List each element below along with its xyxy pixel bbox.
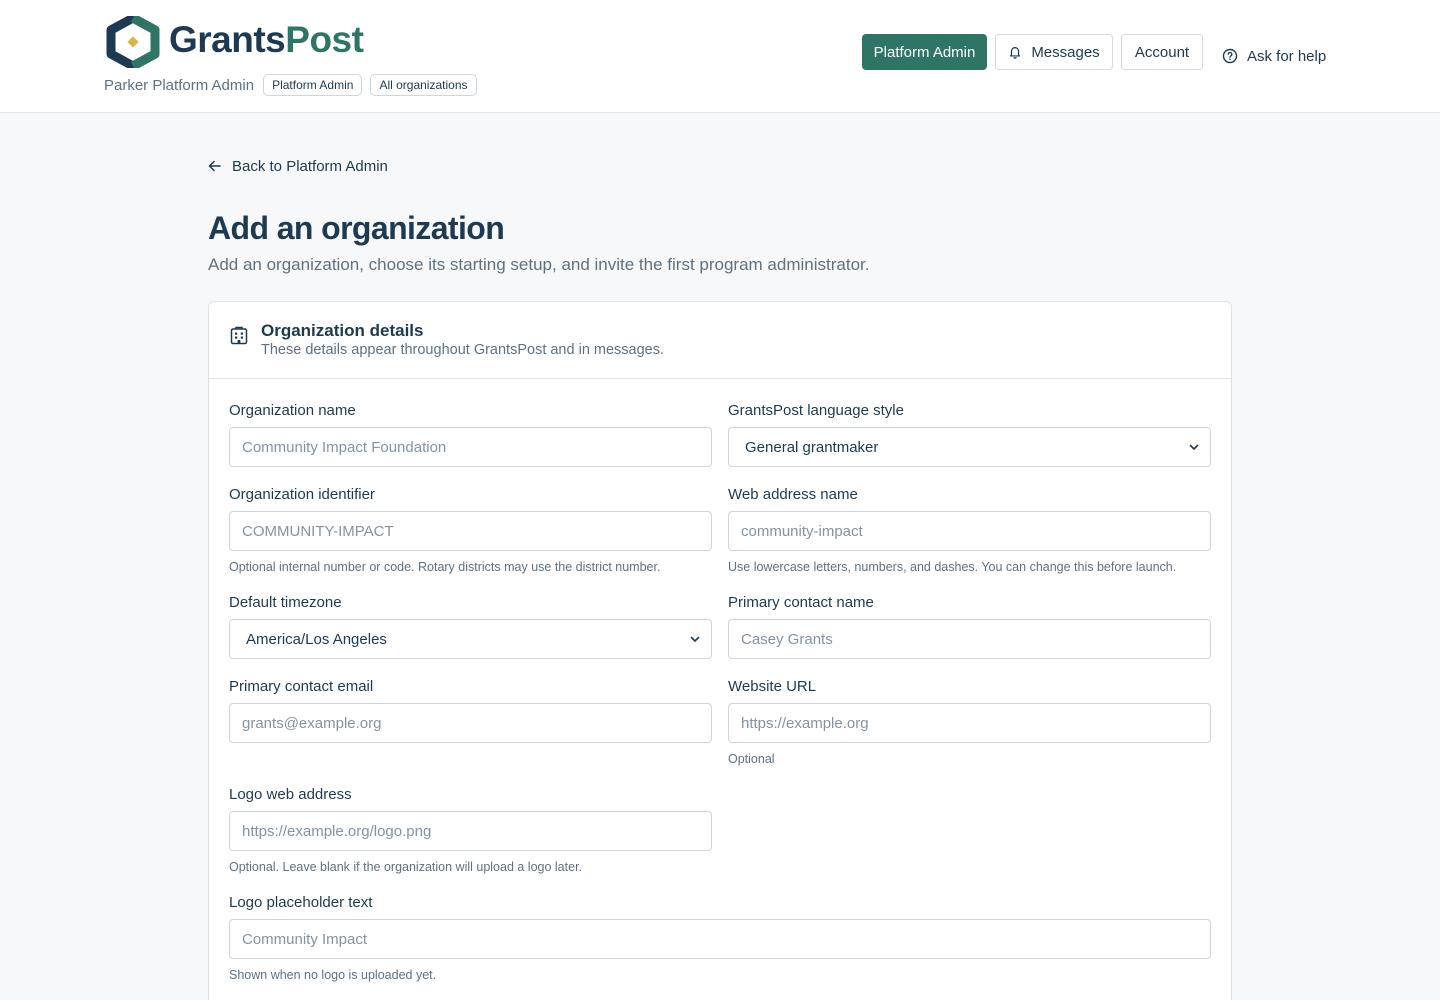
timezone-select[interactable]: America/Los Angeles	[229, 619, 712, 659]
user-context: Parker Platform Admin Platform Admin All…	[104, 74, 477, 96]
website-url-hint: Optional	[728, 752, 775, 766]
timezone-label: Default timezone	[229, 594, 342, 611]
contact-name-input[interactable]	[728, 619, 1211, 659]
logo-text-label: Logo placeholder text	[229, 894, 373, 911]
page-title: Add an organization	[208, 210, 505, 246]
website-url-label: Website URL	[728, 678, 817, 695]
language-style-select[interactable]: General grantmaker	[728, 427, 1211, 467]
org-name-label: Organization name	[229, 402, 356, 419]
website-url-input[interactable]	[728, 703, 1211, 743]
chevron-down-icon	[690, 636, 700, 642]
org-name-input[interactable]	[229, 427, 712, 467]
brand-wordmark[interactable]: GrantsPost	[169, 17, 364, 63]
contact-name-label: Primary contact name	[728, 594, 874, 611]
logo-url-hint: Optional. Leave blank if the organizatio…	[229, 860, 583, 874]
logo-url-input[interactable]	[229, 811, 712, 851]
language-style-label: GrantsPost language style	[728, 402, 904, 419]
ask-for-help-link[interactable]: Ask for help	[1222, 46, 1326, 66]
logo-url-label: Logo web address	[229, 786, 352, 803]
role-badge: Platform Admin	[263, 74, 363, 96]
bell-icon	[1010, 47, 1021, 59]
web-address-name-hint: Use lowercase letters, numbers, and dash…	[728, 560, 1177, 574]
org-identifier-label: Organization identifier	[229, 486, 375, 503]
logo-text-hint: Shown when no logo is uploaded yet.	[229, 968, 437, 982]
help-circle-icon	[1222, 48, 1238, 64]
back-to-platform-admin-link[interactable]: Back to Platform Admin	[208, 155, 388, 177]
contact-email-input[interactable]	[229, 703, 712, 743]
back-link-label: Back to Platform Admin	[232, 157, 388, 175]
grantspost-logo-icon[interactable]	[106, 16, 160, 68]
web-address-name-label: Web address name	[728, 486, 858, 503]
chevron-down-icon	[1189, 444, 1199, 450]
web-address-name-input[interactable]	[728, 511, 1211, 551]
card-title: Organization details	[261, 321, 424, 340]
brand-part-1: Grants	[169, 19, 286, 60]
org-identifier-hint: Optional internal number or code. Rotary…	[229, 560, 661, 574]
card-header: Organization details These details appea…	[209, 302, 1231, 379]
building-icon	[230, 326, 248, 345]
brand-part-2: Post	[285, 19, 364, 60]
help-label: Ask for help	[1247, 47, 1327, 65]
timezone-value: America/Los Angeles	[246, 630, 387, 648]
card-description: These details appear throughout GrantsPo…	[261, 342, 665, 358]
scope-badge: All organizations	[370, 74, 477, 96]
logo-text-input[interactable]	[229, 919, 1211, 959]
messages-button[interactable]: Messages	[995, 34, 1113, 70]
top-header: GrantsPost Parker Platform Admin Platfor…	[0, 0, 1440, 113]
platform-admin-button[interactable]: Platform Admin	[862, 34, 987, 70]
user-name: Parker Platform Admin	[104, 76, 255, 94]
contact-email-label: Primary contact email	[229, 678, 374, 695]
language-style-value: General grantmaker	[745, 438, 879, 456]
arrow-left-icon	[208, 160, 221, 172]
page-subtitle: Add an organization, choose its starting…	[208, 255, 870, 274]
organization-details-card: Organization details These details appea…	[208, 301, 1232, 1000]
org-identifier-input[interactable]	[229, 511, 712, 551]
account-button[interactable]: Account	[1121, 34, 1203, 70]
account-label: Account	[1134, 43, 1190, 61]
messages-label: Messages	[1031, 43, 1100, 61]
platform-admin-label: Platform Admin	[873, 43, 976, 61]
